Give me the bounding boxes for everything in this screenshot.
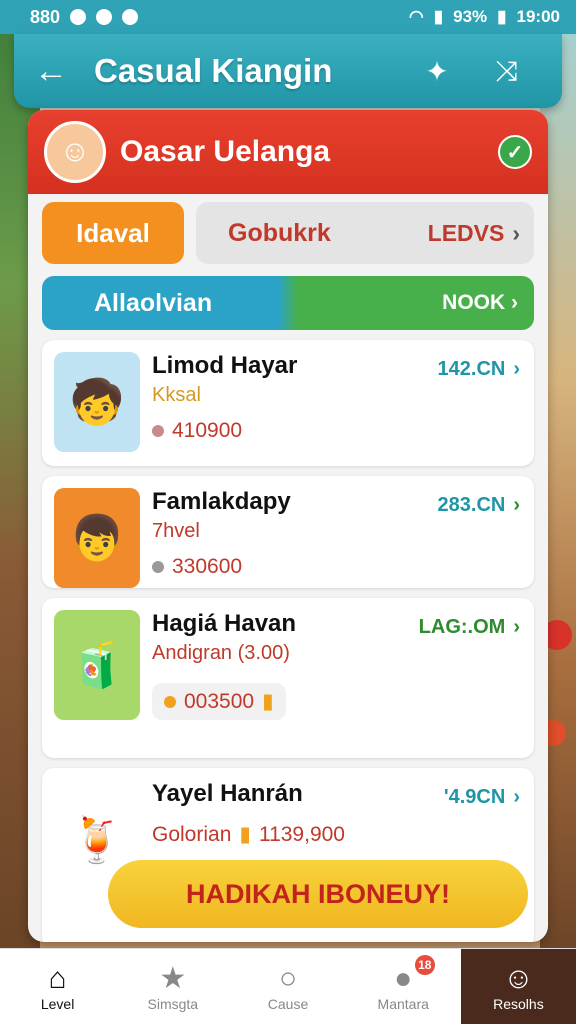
item-list: 🧒 Limod Hayar Kksal 410900 142.CN › 👦 Fam… [28, 330, 548, 942]
banner-right-label: NOOK › [442, 291, 518, 314]
nav-item-level[interactable]: ⌂ Level [0, 949, 115, 1024]
list-item[interactable]: 🧃 Hagiá Havan Andigran (3.00) 003500 ▮ L… [42, 598, 534, 758]
clock: 19:00 [516, 7, 560, 26]
list-item[interactable]: 🧒 Limod Hayar Kksal 410900 142.CN › [42, 340, 534, 466]
battery-icon: ▮ [497, 7, 507, 26]
item-code: '4.9CN › [443, 786, 520, 808]
verified-check-icon: ✓ [498, 135, 532, 169]
tab-other[interactable]: Gobukrk LEDVS › [196, 202, 534, 264]
item-sub: Golorian [152, 822, 232, 846]
star-icon: ★ [159, 961, 187, 995]
profile-header: ☺ Oasar Uelanga ✓ [28, 110, 548, 194]
nav-label: Cause [267, 995, 309, 1012]
item-sub: 7hvel [152, 520, 200, 542]
share-icon[interactable]: ✦ [402, 55, 472, 88]
bottom-nav: ⌂ Level ★ Simsgta ○ Cause ● Mantara 18 ☺… [0, 948, 576, 1024]
item-code: 142.CN › [437, 358, 520, 380]
boy-icon: 🧒 [54, 352, 140, 452]
signal-icon: ▮ [433, 7, 444, 26]
item-sub: Andigran (3.00) [152, 642, 290, 664]
jar-icon: ▮ [262, 690, 274, 713]
item-price: 410900 [152, 419, 522, 443]
category-banner[interactable]: Allaolvian NOOK › [42, 276, 534, 330]
promo-button[interactable]: HADIKAH IBONEUY! [108, 860, 528, 928]
item-sub: Kksal [152, 384, 201, 406]
tab-other-right: LEDVS › [428, 220, 520, 247]
coin-icon [164, 695, 176, 708]
shuffle-icon[interactable]: ⤨ [472, 55, 542, 88]
chevron-right-icon: › [512, 219, 520, 246]
tab-active[interactable]: Idaval [42, 202, 184, 264]
nav-item-resolhs[interactable]: ☺ Resolhs [460, 949, 576, 1024]
item-price[interactable]: 003500 ▮ [152, 683, 286, 720]
search-icon: ○ [278, 961, 298, 995]
nav-label: Level [40, 995, 75, 1012]
chevron-right-icon: › [513, 358, 520, 380]
back-arrow-icon[interactable]: ← [34, 52, 94, 91]
message-icon [122, 9, 139, 25]
status-bar: 880 ◠ ▮ 93% ▮ 19:00 [0, 0, 576, 34]
nav-label: Simsgta [147, 995, 199, 1012]
nav-label: Mantara [377, 995, 429, 1012]
nav-label: Resolhs [493, 995, 544, 1012]
item-code: 283.CN › [437, 494, 520, 516]
tab-other-label: Gobukrk [228, 218, 331, 247]
item-price: 330600 [152, 555, 522, 579]
chevron-right-icon: › [513, 494, 520, 516]
profile-name: Oasar Uelanga [120, 135, 331, 168]
nav-item-simsgta[interactable]: ★ Simsgta [115, 949, 230, 1024]
notification-badge: 18 [414, 955, 435, 975]
status-left-text: 880 [30, 6, 61, 27]
notification-icon [70, 9, 87, 25]
avatar[interactable]: ☺ [44, 121, 106, 183]
home-icon: ⌂ [48, 961, 67, 995]
coin-icon [152, 561, 164, 573]
user-edit-icon: ☺ [503, 961, 534, 995]
app-header: ← Casual Kiangin ✦ ⤨ [14, 34, 562, 108]
jar-icon: ▮ [239, 823, 251, 846]
banner-left-label: Allaolvian [94, 288, 213, 317]
page-title: Casual Kiangin [94, 52, 333, 89]
child-icon: 👦 [54, 488, 140, 588]
battery-level: 93% [453, 7, 488, 26]
app-icon [96, 9, 113, 25]
wifi-icon: ◠ [408, 7, 424, 26]
boy-juice-icon: 🧃 [54, 610, 140, 720]
coin-icon [152, 425, 164, 437]
nav-item-mantara[interactable]: ● Mantara 18 [346, 949, 461, 1024]
main-card: ☺ Oasar Uelanga ✓ Idaval Gobukrk LEDVS › … [28, 110, 548, 942]
tab-bar: Idaval Gobukrk LEDVS › [28, 194, 548, 272]
nav-item-cause[interactable]: ○ Cause [230, 949, 345, 1024]
tab-other-right-label: LEDVS [427, 219, 505, 246]
profile-icon: ● [394, 961, 413, 995]
list-item[interactable]: 👦 Famlakdapy 7hvel 330600 283.CN › [42, 476, 534, 588]
chevron-right-icon: › [513, 786, 520, 808]
item-price: Golorian ▮ 1139,900 [152, 822, 345, 847]
chevron-right-icon: › [513, 616, 520, 638]
item-code: LAG:.OM › [418, 616, 520, 638]
